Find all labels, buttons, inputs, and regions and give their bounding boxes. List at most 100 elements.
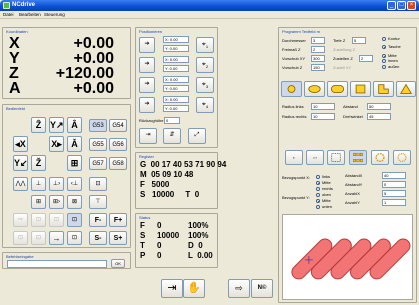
spindle-plus-button[interactable]: S+ <box>109 231 127 245</box>
bez-x-rechts-radio[interactable] <box>316 187 320 191</box>
vorschub-z-field[interactable]: 150 <box>311 64 325 71</box>
jog-x-minus-button[interactable]: ◂X <box>13 136 28 152</box>
goto-pos2-button[interactable]: ➔ <box>139 57 155 73</box>
jog-z-minus-button[interactable]: Ž <box>31 155 46 171</box>
goto-pos1-button[interactable]: ➔ <box>139 37 155 53</box>
set-pos4-button[interactable]: ⌖4 <box>196 97 214 113</box>
pos3-y-field[interactable]: Y: 0.00 <box>163 85 189 92</box>
shape-corner-icon[interactable] <box>373 81 394 97</box>
pattern-circle-icon[interactable] <box>371 150 389 165</box>
nc-export-icon[interactable]: ⇨ <box>228 279 250 298</box>
set-pos3-button[interactable]: ⌖3 <box>196 77 214 93</box>
durchmesser-field[interactable]: 3 <box>311 37 325 44</box>
bez-x-links-radio[interactable] <box>316 175 320 179</box>
bez-y-oben-radio[interactable] <box>316 193 320 197</box>
shape-ellipse-icon[interactable] <box>304 81 325 97</box>
jog-x-plus-button[interactable]: X▸ <box>49 136 64 152</box>
clamp-icon[interactable]: ⊞ <box>67 155 82 171</box>
bez-x-mitte-radio[interactable] <box>316 181 320 185</box>
command-input[interactable] <box>7 260 107 268</box>
pos4-x-field[interactable]: X: 0.00 <box>163 96 189 103</box>
set-pos1-button[interactable]: ⌖1 <box>196 37 214 53</box>
menu-bearbeiten[interactable]: Bearbeiten <box>19 12 41 18</box>
anzahl-y-field[interactable]: 1 <box>382 199 406 206</box>
menu-datei[interactable]: Datei <box>3 12 14 18</box>
abstand-x-field[interactable]: 40 <box>382 172 406 179</box>
shape-rectangle-icon[interactable] <box>350 81 371 97</box>
goto-pos4-button[interactable]: ➔ <box>139 97 155 113</box>
pattern-row-icon[interactable]: ▫▫▫ <box>306 150 324 165</box>
pos1-y-field[interactable]: Y: 0.00 <box>163 45 189 52</box>
jog-y-minus-button[interactable]: Y↙ <box>13 155 28 171</box>
mitte-radio[interactable] <box>382 54 386 58</box>
aussen-radio[interactable] <box>382 65 386 69</box>
radius-rechts-field[interactable]: 10 <box>311 113 335 120</box>
pattern-arc-icon[interactable] <box>393 150 411 165</box>
home-disabled-icon[interactable]: ⊡ <box>13 231 28 245</box>
hand-icon[interactable]: ✋ <box>183 279 205 298</box>
nc-generate-button[interactable]: N© <box>251 279 273 298</box>
feed-plus-button[interactable]: F+ <box>109 213 127 227</box>
pos2-x-field[interactable]: X: 0.00 <box>163 56 189 63</box>
run-disabled-icon[interactable]: ⊡ <box>31 213 46 227</box>
spindle-icon[interactable]: ⊥ <box>31 177 46 191</box>
shape-circle-icon[interactable] <box>281 81 302 97</box>
abstand-y-field[interactable]: 0 <box>382 181 406 188</box>
step-disabled-icon[interactable]: ⇨ <box>13 213 28 227</box>
jog-mode-icon[interactable]: ⋀⋀ <box>13 177 28 191</box>
spindle-minus-button[interactable]: S- <box>89 231 107 245</box>
goto-pos3-button[interactable]: ➔ <box>139 77 155 93</box>
drehwinkel-field[interactable]: 45 <box>367 113 391 120</box>
probe-icon[interactable]: ⊠ <box>67 195 82 209</box>
pattern-grid-icon[interactable] <box>327 150 345 165</box>
innen-radio[interactable] <box>382 59 386 63</box>
freimass-field[interactable]: 2 <box>311 46 325 53</box>
jog-z-plus-button[interactable]: Ẑ <box>31 117 46 133</box>
set-pos2-button[interactable]: ⌖2 <box>196 57 214 73</box>
maximize-button[interactable]: □ <box>397 1 406 10</box>
pos4-y-field[interactable]: Y: 0.00 <box>163 105 189 112</box>
pos2-y-field[interactable]: Y: 0.00 <box>163 65 189 72</box>
jog-a-plus-button[interactable]: Â <box>67 117 82 133</box>
gcode-g57-button[interactable]: G57 <box>89 157 107 170</box>
shape-slot-icon[interactable] <box>327 81 348 97</box>
pause-disabled-icon[interactable]: ⊡ <box>49 213 64 227</box>
bez-y-mitte-radio[interactable] <box>316 199 320 203</box>
pos3-x-field[interactable]: X: 0.00 <box>163 76 189 83</box>
bez-y-unten-radio[interactable] <box>316 205 320 209</box>
shape-triangle-icon[interactable] <box>396 81 416 97</box>
jog-a-minus-button[interactable]: Ǎ <box>67 136 82 152</box>
coolant-icon[interactable]: ⊤ <box>89 195 107 209</box>
measure-icon[interactable]: ⊡ <box>89 177 107 191</box>
spindle-left-icon[interactable]: ‹⊥ <box>67 177 82 191</box>
jog-y-plus-button[interactable]: Y↗ <box>49 117 64 133</box>
move-diagonal-icon[interactable]: ⤢ <box>188 128 206 144</box>
tool-change-icon[interactable]: ⊞ <box>31 195 46 209</box>
gcode-g54-button[interactable]: G54 <box>109 119 127 132</box>
pattern-matrix-icon[interactable] <box>349 150 367 165</box>
tiefe-field[interactable]: 5 <box>352 37 366 44</box>
tool-measure-icon[interactable]: ⊞› <box>49 195 64 209</box>
start-icon[interactable]: → <box>49 231 64 245</box>
command-ok-button[interactable]: OK <box>111 259 125 268</box>
close-button[interactable]: × <box>407 1 416 10</box>
gcode-g56-button[interactable]: G56 <box>109 138 127 151</box>
menu-steuerung[interactable]: Steuerung <box>44 12 65 18</box>
spindle-right-icon[interactable]: ⊥› <box>49 177 64 191</box>
move-zero-icon[interactable]: ⇵ <box>163 128 181 144</box>
pos1-x-field[interactable]: X: 0.00 <box>163 36 189 43</box>
tasche-radio[interactable] <box>382 45 386 49</box>
program-icon[interactable]: ⊡ <box>67 231 82 245</box>
reset-disabled-icon[interactable]: ⊡ <box>31 231 46 245</box>
rueckzug-field[interactable]: 0 <box>164 117 180 124</box>
gcode-g53-button[interactable]: G53 <box>89 119 107 132</box>
radius-links-field[interactable]: 10 <box>311 103 335 110</box>
pattern-single-icon[interactable]: ▪ <box>285 150 303 165</box>
gcode-g55-button[interactable]: G55 <box>89 138 107 151</box>
feed-minus-button[interactable]: F- <box>89 213 107 227</box>
zustellen-z-field[interactable]: 2 <box>359 55 373 62</box>
export-icon[interactable]: ⇥ <box>161 279 183 298</box>
single-step-icon[interactable]: ⊡ <box>67 213 82 227</box>
abstand-field[interactable]: 50 <box>367 103 391 110</box>
move-home-icon[interactable]: ⇥ <box>139 128 157 144</box>
